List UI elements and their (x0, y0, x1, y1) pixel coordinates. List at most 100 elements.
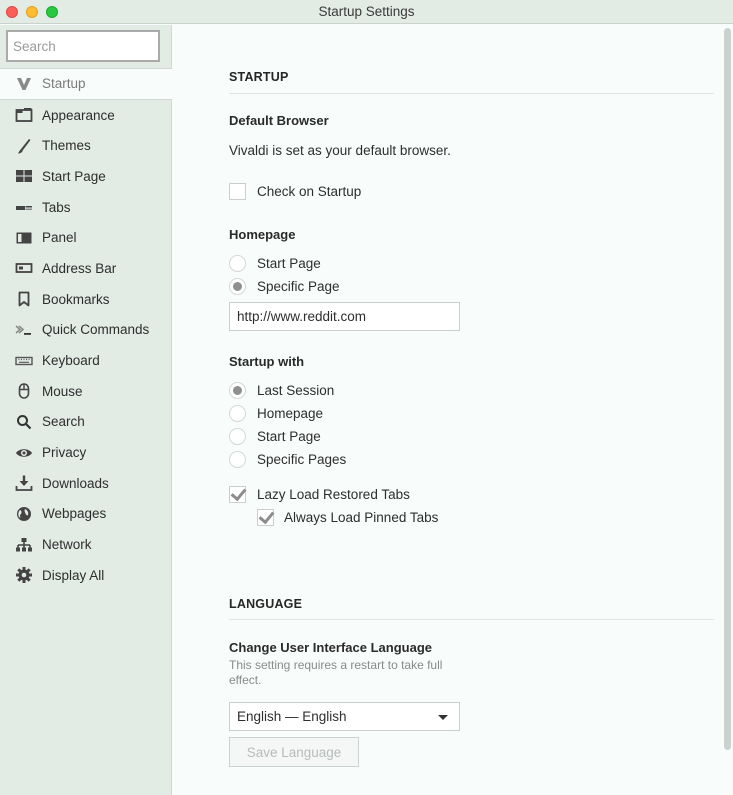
language-select-value: English — English (237, 709, 347, 724)
panel-icon (15, 229, 33, 247)
radio-label: Specific Page (257, 279, 340, 294)
lazy-load-option[interactable]: Lazy Load Restored Tabs (229, 486, 410, 503)
radio-label: Homepage (257, 406, 324, 421)
vertical-scrollbar[interactable] (724, 28, 731, 750)
globe-icon (15, 505, 33, 523)
always-load-pinned-checkbox[interactable] (257, 509, 274, 526)
sidebar-item-label: Quick Commands (42, 322, 150, 338)
sidebar-item-bookmarks[interactable]: Bookmarks (0, 284, 171, 315)
checkbox-label: Always Load Pinned Tabs (284, 510, 439, 525)
sidebar-item-label: Keyboard (42, 353, 100, 369)
sidebar-item-label: Themes (42, 138, 91, 154)
startup-option-specific-pages[interactable]: Specific Pages (229, 451, 346, 468)
startup-option-homepage[interactable]: Homepage (229, 405, 323, 422)
last-session-radio[interactable] (229, 382, 246, 399)
startup-with-heading: Startup with (229, 354, 305, 369)
section-title-language: LANGUAGE (229, 597, 303, 611)
sidebar-item-keyboard[interactable]: Keyboard (0, 345, 171, 376)
sidebar-item-label: Tabs (42, 199, 71, 215)
homepage-option-specific-page[interactable]: Specific Page (229, 278, 340, 295)
brush-icon (15, 137, 33, 155)
language-heading: Change User Interface Language (229, 640, 432, 655)
homepage-url-input[interactable] (229, 302, 460, 331)
chevron-down-icon (438, 715, 448, 720)
settings-sidebar: Startup Appearance Themes Start Page Tab… (0, 25, 172, 795)
network-icon (15, 536, 33, 554)
bookmark-icon (15, 290, 33, 308)
search-icon (15, 413, 33, 431)
zoom-window-button[interactable] (46, 6, 58, 18)
terminal-icon (15, 321, 33, 339)
language-restart-note: This setting requires a restart to take … (229, 658, 443, 687)
sidebar-item-label: Network (42, 537, 92, 553)
title-bar: Startup Settings (0, 0, 733, 24)
startup-option-last-session[interactable]: Last Session (229, 382, 334, 399)
sidebar-item-appearance[interactable]: Appearance (0, 100, 171, 131)
sidebar-item-display-all[interactable]: Display All (0, 560, 171, 591)
sidebar-item-label: Start Page (42, 168, 106, 184)
sidebar-item-label: Search (42, 414, 85, 430)
sidebar-item-network[interactable]: Network (0, 529, 171, 560)
sidebar-item-webpages[interactable]: Webpages (0, 499, 171, 530)
homepage-option-start-page[interactable]: Start Page (229, 255, 321, 272)
homepage-specific-page-radio[interactable] (229, 278, 246, 295)
sidebar-item-start-page[interactable]: Start Page (0, 161, 171, 192)
window-controls (6, 6, 58, 18)
vivaldi-logo-icon (15, 75, 33, 93)
sidebar-item-privacy[interactable]: Privacy (0, 437, 171, 468)
sidebar-item-quick-commands[interactable]: Quick Commands (0, 315, 171, 346)
sidebar-item-label: Address Bar (42, 260, 117, 276)
window-title: Startup Settings (318, 4, 415, 19)
sidebar-item-tabs[interactable]: Tabs (0, 192, 171, 223)
specific-pages-radio[interactable] (229, 451, 246, 468)
start-page-radio[interactable] (229, 428, 246, 445)
save-language-button[interactable]: Save Language (229, 737, 359, 767)
sidebar-item-label: Appearance (42, 107, 115, 123)
close-window-button[interactable] (6, 6, 18, 18)
sidebar-item-label: Webpages (42, 506, 107, 522)
default-browser-heading: Default Browser (229, 113, 329, 128)
sidebar-item-startup[interactable]: Startup (0, 69, 172, 100)
default-browser-status: Vivaldi is set as your default browser. (229, 143, 451, 158)
sidebar-item-address-bar[interactable]: Address Bar (0, 253, 171, 284)
startup-option-start-page[interactable]: Start Page (229, 428, 321, 445)
language-select[interactable]: English — English (229, 702, 460, 731)
check-on-startup-checkbox[interactable] (229, 183, 246, 200)
radio-label: Last Session (257, 383, 335, 398)
tabs-icon (15, 198, 33, 216)
check-on-startup-label: Check on Startup (257, 184, 362, 199)
sidebar-item-label: Startup (42, 76, 86, 92)
window-icon (15, 106, 33, 124)
sidebar-item-label: Display All (42, 567, 105, 583)
keyboard-icon (15, 352, 33, 370)
homepage-radio[interactable] (229, 405, 246, 422)
eye-icon (15, 444, 33, 462)
section-divider (229, 619, 714, 620)
section-title-startup: STARTUP (229, 70, 289, 84)
always-load-pinned-option[interactable]: Always Load Pinned Tabs (257, 509, 438, 526)
homepage-start-page-radio[interactable] (229, 255, 246, 272)
minimize-window-button[interactable] (26, 6, 38, 18)
sidebar-item-mouse[interactable]: Mouse (0, 376, 171, 407)
sidebar-item-downloads[interactable]: Downloads (0, 468, 171, 499)
lazy-load-checkbox[interactable] (229, 486, 246, 503)
sidebar-search (0, 25, 171, 69)
sidebar-item-themes[interactable]: Themes (0, 130, 171, 161)
radio-label: Start Page (257, 256, 321, 271)
sidebar-item-label: Downloads (42, 475, 109, 491)
sidebar-item-search[interactable]: Search (0, 407, 171, 438)
sidebar-item-label: Panel (42, 230, 77, 246)
check-on-startup-option[interactable]: Check on Startup (229, 183, 361, 200)
address-bar-icon (15, 259, 33, 277)
sidebar-item-label: Bookmarks (42, 291, 110, 307)
download-icon (15, 474, 33, 492)
radio-label: Start Page (257, 429, 321, 444)
sidebar-item-label: Privacy (42, 445, 87, 461)
search-input[interactable] (6, 30, 160, 62)
sidebar-item-label: Mouse (42, 383, 83, 399)
homepage-heading: Homepage (229, 227, 296, 242)
sidebar-item-panel[interactable]: Panel (0, 222, 171, 253)
grid-icon (15, 167, 33, 185)
gear-icon (15, 566, 33, 584)
checkbox-label: Lazy Load Restored Tabs (257, 487, 410, 502)
